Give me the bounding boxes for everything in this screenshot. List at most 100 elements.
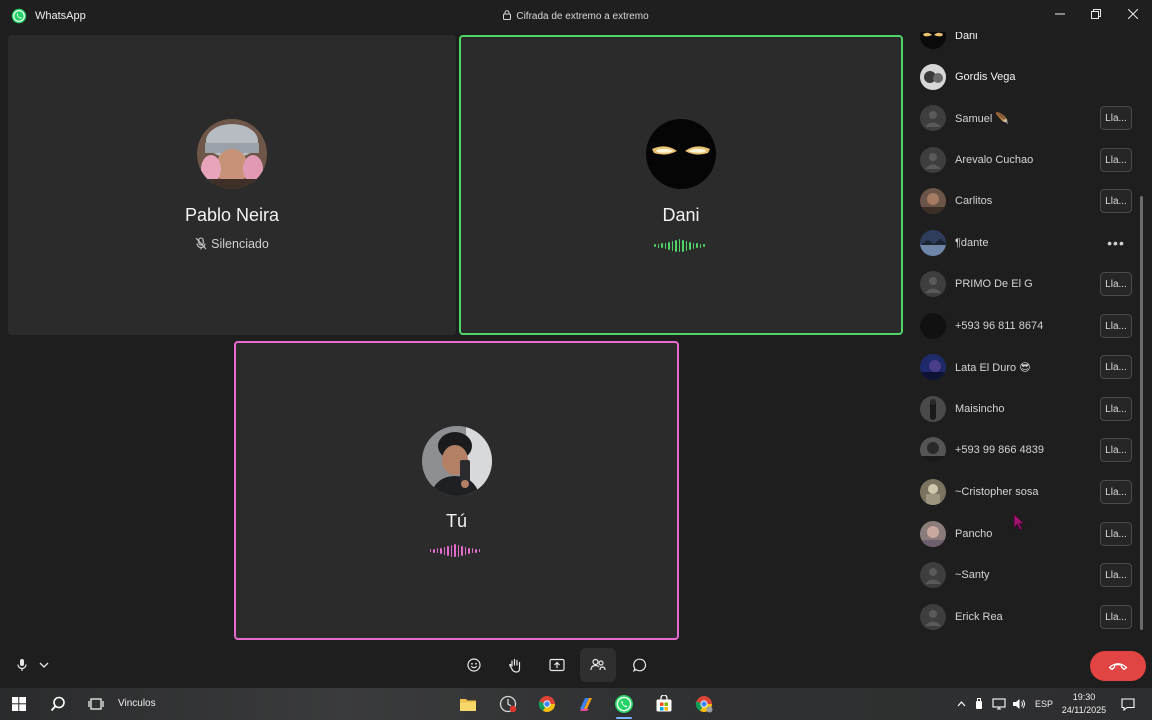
windows-logo-icon — [12, 697, 26, 711]
participant-row[interactable]: Samuel 🪶 Lla... — [920, 100, 1132, 136]
muted-label: Silenciado — [211, 237, 269, 251]
participant-name: Carlitos — [955, 195, 993, 207]
maximize-button[interactable] — [1081, 4, 1111, 24]
avatar — [920, 230, 946, 256]
microphone-options-button[interactable] — [34, 648, 54, 682]
avatar — [920, 479, 946, 505]
participant-row[interactable]: Gordis Vega — [920, 59, 1132, 95]
whatsapp-taskbar-button[interactable] — [612, 692, 636, 716]
tray-overflow-button[interactable] — [954, 692, 968, 716]
clock-date: 24/11/2025 — [1061, 705, 1107, 715]
participant-name: ~Santy — [955, 569, 990, 581]
lock-icon — [503, 10, 512, 20]
participant-name: ~Cristopher sosa — [955, 486, 1039, 498]
reactions-button[interactable] — [456, 648, 492, 682]
minimize-icon — [1055, 13, 1065, 15]
participant-row[interactable]: Lata El Duro 😎 Lla... — [920, 349, 1132, 385]
self-tile[interactable]: Tú — [234, 341, 679, 640]
avatar — [646, 119, 716, 189]
call-button[interactable]: Lla... — [1100, 563, 1132, 587]
task-view-icon — [88, 698, 104, 710]
clock-time: 19:30 — [1072, 692, 1096, 702]
share-screen-button[interactable] — [539, 648, 575, 682]
participant-row[interactable]: PRIMO De El G Lla... — [920, 266, 1132, 302]
call-button[interactable]: Lla... — [1100, 189, 1132, 213]
avatar — [920, 188, 946, 214]
participants-scrollbar[interactable] — [1140, 196, 1143, 630]
clock-app-icon — [499, 695, 517, 713]
call-button[interactable]: Lla... — [1100, 355, 1132, 379]
call-button[interactable]: Lla... — [1100, 522, 1132, 546]
participant-row[interactable]: Arevalo Cuchao Lla... — [920, 142, 1132, 178]
speaking-indicator — [654, 239, 705, 252]
encryption-label: Cifrada de extremo a extremo — [516, 11, 649, 22]
volume-icon[interactable] — [1010, 692, 1028, 716]
participant-row[interactable]: +593 99 866 4839 Lla... — [920, 432, 1132, 468]
chrome-icon — [538, 696, 555, 712]
default-avatar-icon — [920, 604, 946, 630]
avatar — [920, 354, 946, 380]
start-button[interactable] — [7, 692, 31, 716]
default-avatar-icon — [920, 105, 946, 131]
microphone-button[interactable] — [12, 648, 32, 682]
participant-row[interactable]: ¶dante ••• — [920, 225, 1132, 261]
participant-name: Arevalo Cuchao — [955, 154, 1034, 166]
store-button[interactable] — [652, 692, 676, 716]
windows-taskbar: Vinculos ESP 19:30 24/11/2025 — [0, 688, 1152, 720]
chrome-button[interactable] — [535, 692, 559, 716]
usb-tray-icon[interactable] — [972, 692, 986, 716]
end-call-button[interactable] — [1090, 651, 1146, 681]
call-button[interactable]: Lla... — [1100, 272, 1132, 296]
avatar — [920, 437, 946, 463]
task-view-button[interactable] — [84, 692, 108, 716]
participant-row[interactable]: ~Santy Lla... — [920, 557, 1132, 593]
phone-hangup-icon — [1108, 663, 1128, 671]
call-button[interactable]: Lla... — [1100, 438, 1132, 462]
avatar — [920, 64, 946, 90]
search-button[interactable] — [46, 692, 70, 716]
network-icon[interactable] — [990, 692, 1008, 716]
notifications-button[interactable] — [1116, 692, 1140, 716]
more-options-icon[interactable]: ••• — [1100, 235, 1132, 251]
avatar — [920, 521, 946, 547]
raise-hand-button[interactable] — [497, 648, 533, 682]
language-indicator[interactable]: ESP — [1035, 699, 1053, 709]
search-icon — [50, 696, 65, 712]
call-button[interactable]: Lla... — [1100, 148, 1132, 172]
call-button[interactable]: Lla... — [1100, 605, 1132, 629]
participant-tile-pablo[interactable]: Pablo Neira Silenciado — [8, 35, 456, 335]
default-avatar-icon — [920, 147, 946, 173]
store-icon — [656, 695, 672, 712]
participants-button[interactable] — [580, 648, 616, 682]
call-button[interactable]: Lla... — [1100, 106, 1132, 130]
participant-tile-dani[interactable]: Dani — [459, 35, 903, 335]
participant-row[interactable]: Erick Rea Lla... — [920, 599, 1132, 635]
participant-row[interactable]: +593 96 811 8674 Lla... — [920, 308, 1132, 344]
chrome-profile-button[interactable] — [692, 692, 716, 716]
participant-row[interactable]: Pancho Lla... — [920, 516, 1132, 552]
file-explorer-button[interactable] — [456, 692, 480, 716]
chevron-down-icon — [39, 662, 49, 668]
chrome-icon — [695, 696, 713, 713]
hand-icon — [509, 658, 521, 673]
participant-name: PRIMO De El G — [955, 278, 1033, 290]
active-app-indicator — [616, 717, 632, 719]
emoji-icon — [467, 658, 481, 672]
avatar — [920, 313, 946, 339]
avatar — [920, 32, 946, 49]
taskbar-clock[interactable]: 19:30 24/11/2025 — [1060, 691, 1108, 717]
participant-row[interactable]: Carlitos Lla... — [920, 183, 1132, 219]
taskbar-search-label[interactable]: Vinculos — [118, 698, 156, 709]
minimize-button[interactable] — [1045, 4, 1075, 24]
participant-row[interactable]: ~Cristopher sosa Lla... — [920, 474, 1132, 510]
call-button[interactable]: Lla... — [1100, 397, 1132, 421]
copilot-button[interactable] — [574, 692, 598, 716]
close-button[interactable] — [1118, 4, 1148, 24]
avatar — [197, 119, 267, 189]
call-button[interactable]: Lla... — [1100, 480, 1132, 504]
call-button[interactable]: Lla... — [1100, 314, 1132, 338]
participant-row[interactable]: Dani — [920, 32, 1132, 54]
participant-row[interactable]: Maisincho Lla... — [920, 391, 1132, 427]
chat-button[interactable] — [622, 648, 658, 682]
app-button[interactable] — [496, 692, 520, 716]
